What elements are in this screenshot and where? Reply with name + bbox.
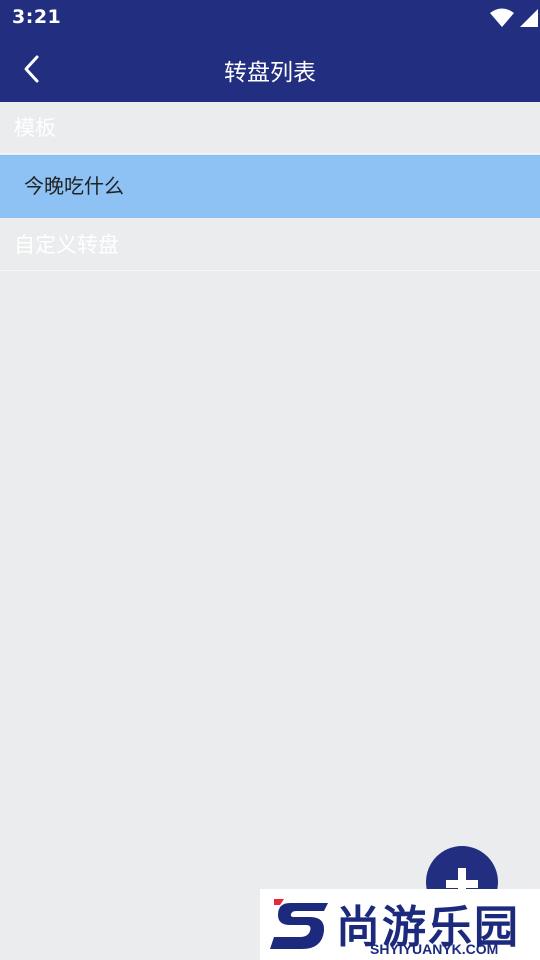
section-header-template: 模板 bbox=[0, 102, 540, 154]
status-bar: 3:21 bbox=[0, 0, 540, 36]
watermark-logo: 尚游乐园 SHYIYUANYK.COM bbox=[260, 889, 540, 960]
wifi-icon bbox=[490, 8, 514, 27]
status-time: 3:21 bbox=[12, 6, 62, 28]
logo-s-icon bbox=[270, 899, 328, 949]
app-bar: 转盘列表 bbox=[0, 36, 540, 102]
list-item[interactable]: 今晚吃什么 bbox=[0, 155, 540, 218]
page-title: 转盘列表 bbox=[224, 60, 316, 86]
cell-signal-icon bbox=[520, 9, 538, 27]
watermark-url: SHYIYUANYK.COM bbox=[370, 941, 499, 957]
section-header-custom: 自定义转盘 bbox=[0, 219, 540, 271]
